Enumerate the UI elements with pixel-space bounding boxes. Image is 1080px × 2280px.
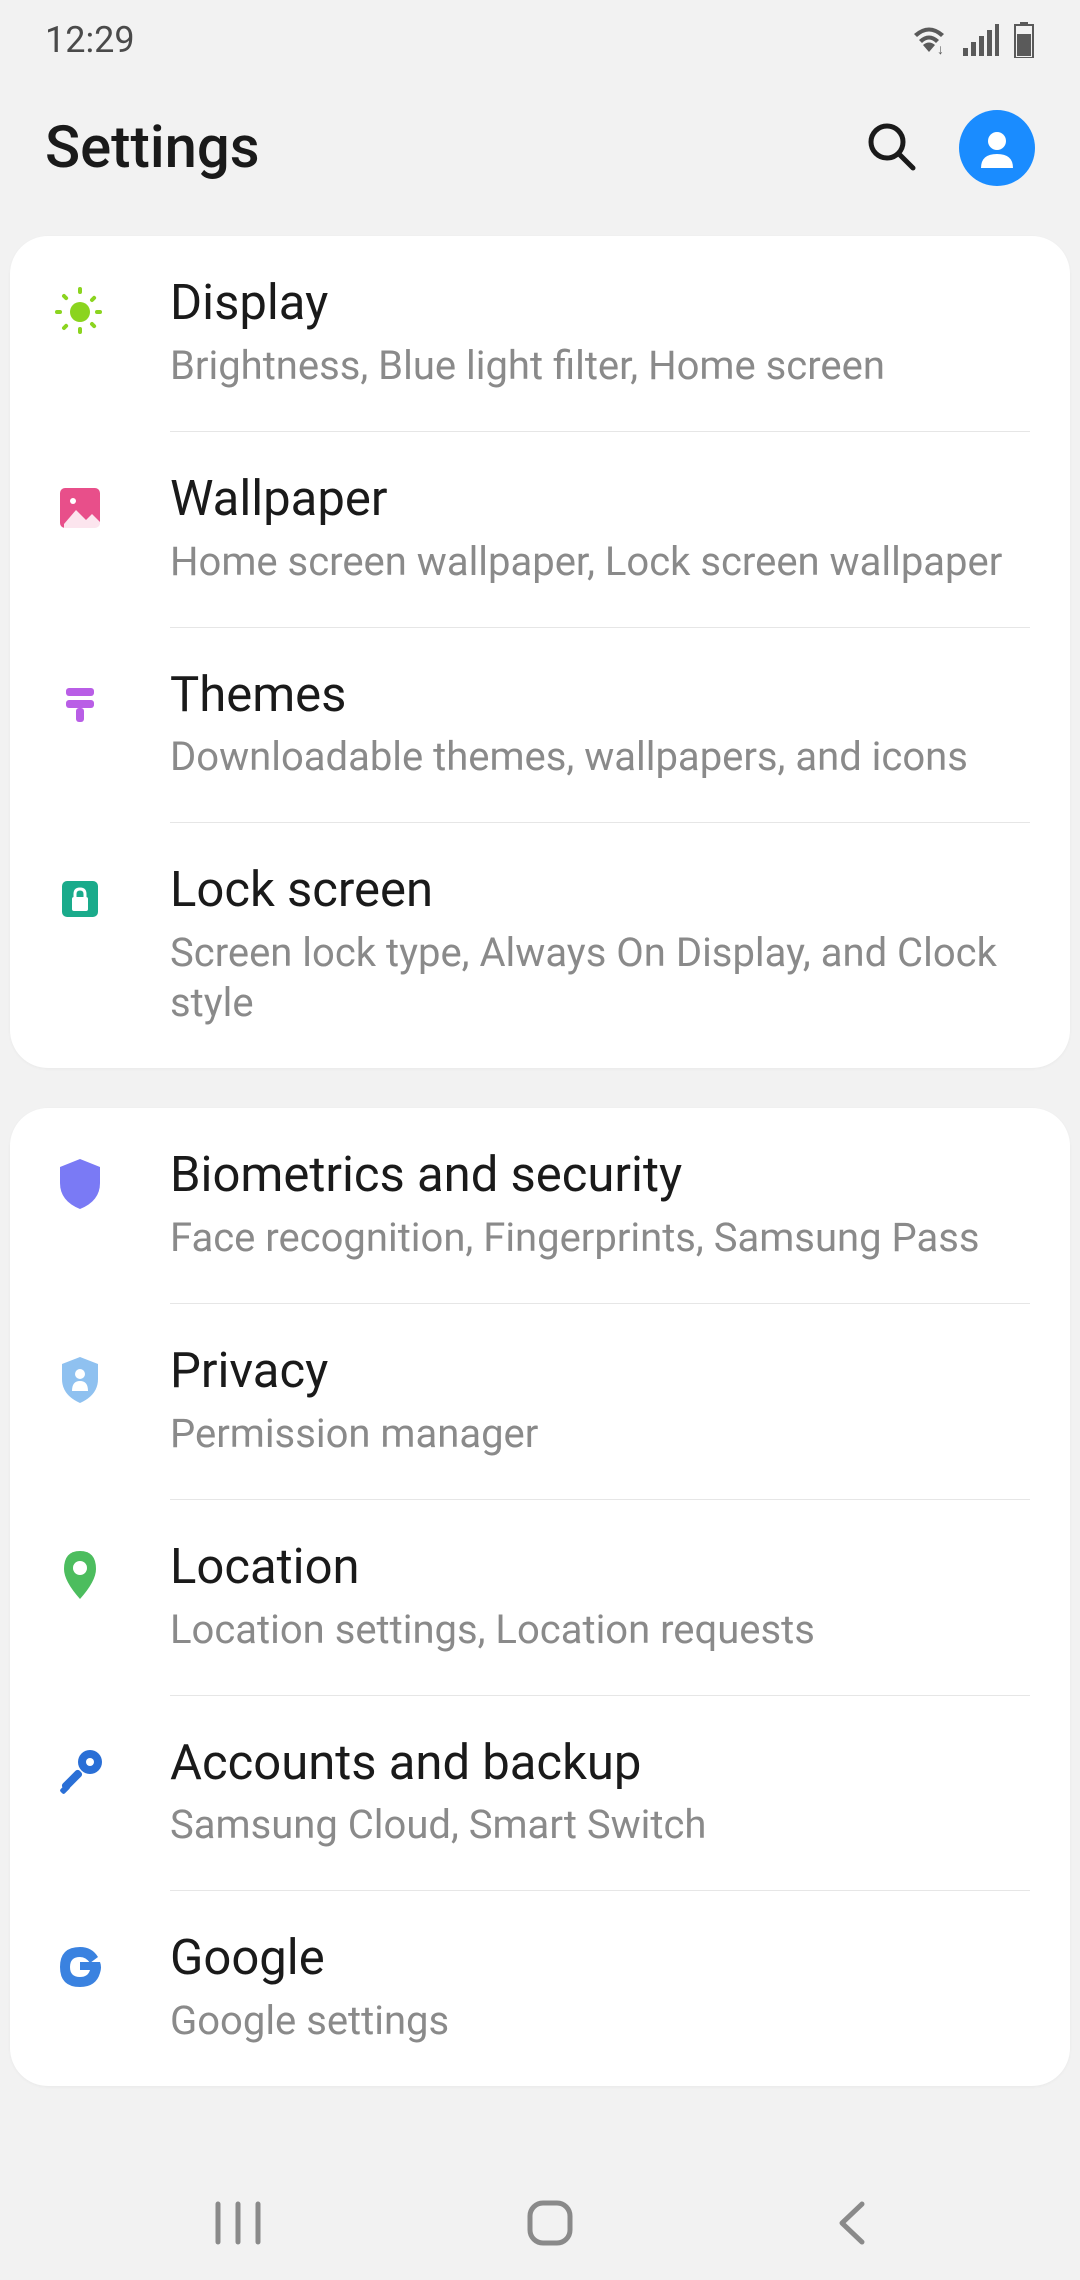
settings-item-privacy[interactable]: Privacy Permission manager — [10, 1304, 1070, 1499]
google-icon — [50, 1937, 110, 1997]
battery-icon — [1013, 22, 1035, 58]
search-icon — [863, 118, 919, 174]
status-bar: 12:29 ↓ — [0, 0, 1080, 80]
settings-item-location[interactable]: Location Location settings, Location req… — [10, 1500, 1070, 1695]
item-title: Wallpaper — [170, 470, 1030, 529]
settings-group-display: Display Brightness, Blue light filter, H… — [10, 236, 1070, 1068]
nav-recents-button[interactable] — [208, 2198, 268, 2252]
settings-item-accounts[interactable]: Accounts and backup Samsung Cloud, Smart… — [10, 1696, 1070, 1891]
nav-home-button[interactable] — [525, 2198, 575, 2252]
signal-icon — [963, 24, 999, 56]
item-subtitle: Face recognition, Fingerprints, Samsung … — [170, 1213, 1030, 1263]
header: Settings — [0, 80, 1080, 236]
settings-item-themes[interactable]: Themes Downloadable themes, wallpapers, … — [10, 628, 1070, 823]
item-title: Display — [170, 274, 1030, 333]
settings-item-wallpaper[interactable]: Wallpaper Home screen wallpaper, Lock sc… — [10, 432, 1070, 627]
item-title: Google — [170, 1929, 1030, 1988]
key-icon — [50, 1742, 110, 1802]
item-title: Privacy — [170, 1342, 1030, 1401]
page-title: Settings — [45, 114, 260, 182]
status-icons: ↓ — [909, 22, 1035, 58]
settings-group-security: Biometrics and security Face recognition… — [10, 1108, 1070, 2086]
search-button[interactable] — [863, 118, 919, 178]
item-subtitle: Brightness, Blue light filter, Home scre… — [170, 341, 1030, 391]
nav-back-button[interactable] — [832, 2198, 872, 2252]
lock-screen-icon — [50, 869, 110, 929]
item-title: Biometrics and security — [170, 1146, 1030, 1205]
recents-icon — [208, 2198, 268, 2248]
item-title: Lock screen — [170, 861, 1030, 920]
item-subtitle: Location settings, Location requests — [170, 1605, 1030, 1655]
home-icon — [525, 2198, 575, 2248]
item-title: Themes — [170, 666, 1030, 725]
wallpaper-icon — [50, 478, 110, 538]
item-title: Location — [170, 1538, 1030, 1597]
item-subtitle: Permission manager — [170, 1409, 1030, 1459]
settings-item-google[interactable]: Google Google settings — [10, 1891, 1070, 2086]
themes-icon — [50, 674, 110, 734]
item-subtitle: Google settings — [170, 1996, 1030, 2046]
account-button[interactable] — [959, 110, 1035, 186]
navigation-bar — [0, 2170, 1080, 2280]
item-subtitle: Screen lock type, Always On Display, and… — [170, 928, 1030, 1028]
wifi-icon: ↓ — [909, 24, 949, 56]
brightness-icon — [50, 282, 110, 342]
item-subtitle: Samsung Cloud, Smart Switch — [170, 1800, 1030, 1850]
privacy-shield-icon — [50, 1350, 110, 1410]
item-title: Accounts and backup — [170, 1734, 1030, 1793]
settings-item-biometrics[interactable]: Biometrics and security Face recognition… — [10, 1108, 1070, 1303]
settings-item-display[interactable]: Display Brightness, Blue light filter, H… — [10, 236, 1070, 431]
svg-text:↓: ↓ — [937, 42, 944, 56]
item-subtitle: Home screen wallpaper, Lock screen wallp… — [170, 537, 1030, 587]
person-icon — [975, 126, 1019, 170]
item-subtitle: Downloadable themes, wallpapers, and ico… — [170, 732, 1030, 782]
back-icon — [832, 2198, 872, 2248]
location-pin-icon — [50, 1546, 110, 1606]
settings-item-lock-screen[interactable]: Lock screen Screen lock type, Always On … — [10, 823, 1070, 1068]
shield-icon — [50, 1154, 110, 1214]
status-time: 12:29 — [45, 19, 135, 61]
